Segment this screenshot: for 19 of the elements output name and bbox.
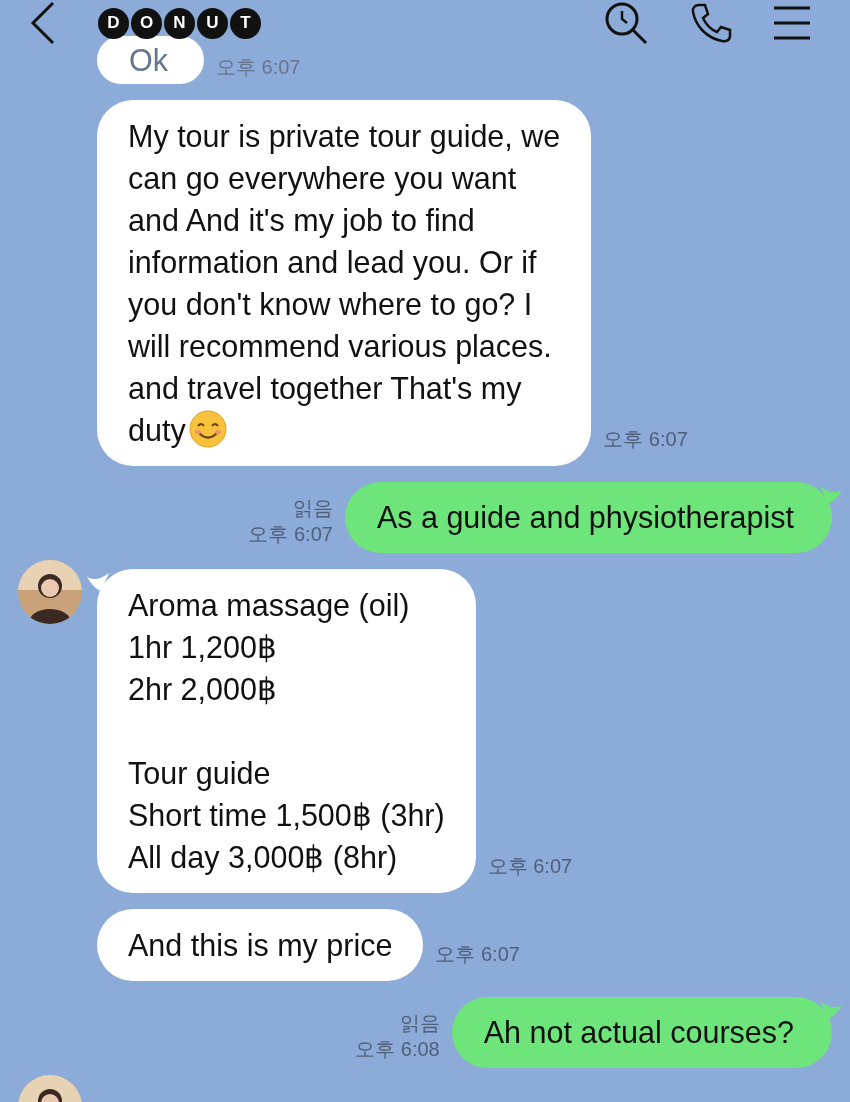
received-message: And this is my price xyxy=(97,909,424,981)
message-time: 오후 6:07 xyxy=(603,427,688,452)
message-time: 오후 6:08 xyxy=(355,1037,440,1062)
received-message: My tour is private tour guide, we can go everywhere you want and And it's my job to find information and lead you. Or if you don't know where to go? I will recommend various places. and travel together That's my duty xyxy=(97,100,592,466)
bubble-tail xyxy=(87,573,109,591)
read-receipt: 읽음 xyxy=(292,496,333,521)
back-icon[interactable] xyxy=(30,1,56,45)
search-icon[interactable] xyxy=(604,1,648,45)
logo: D O N U T xyxy=(98,7,261,39)
read-receipt: 읽음 xyxy=(399,1011,440,1036)
phone-icon[interactable] xyxy=(690,2,732,44)
message-time: 오후 6:07 xyxy=(248,522,333,547)
message-time: 오후 6:07 xyxy=(435,942,520,967)
message-time: 오후 6:07 xyxy=(216,55,301,80)
bubble-tail xyxy=(820,1001,842,1019)
bubble-tail xyxy=(820,486,842,504)
message-time: 오후 6:07 xyxy=(487,854,573,879)
received-message: Ok xyxy=(97,36,204,84)
menu-icon[interactable] xyxy=(774,6,810,40)
